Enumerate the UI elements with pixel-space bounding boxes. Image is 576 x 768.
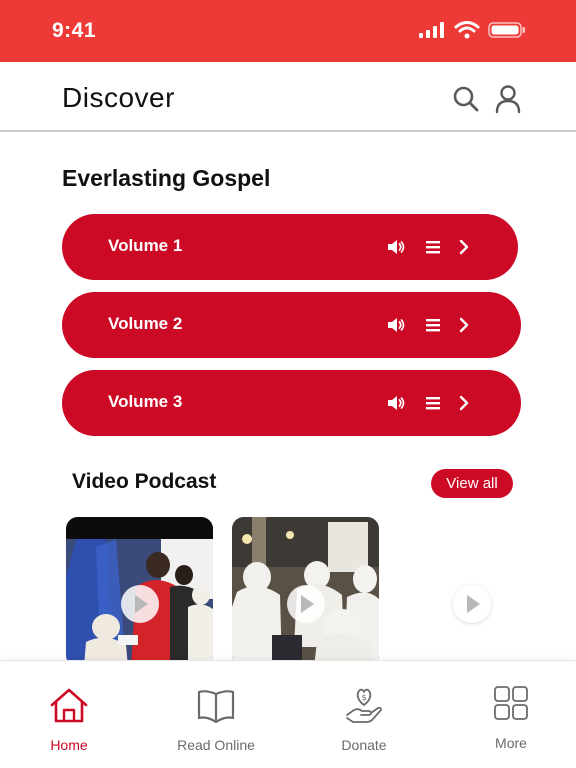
menu-icon[interactable] [423,393,443,413]
nav-label: Home [50,737,88,753]
nav-item-read-online[interactable]: Read Online [151,661,281,768]
cellular-signal-icon [419,22,444,38]
wifi-icon [454,21,480,39]
everlasting-gospel-title: Everlasting Gospel [62,165,271,191]
play-icon[interactable] [453,585,491,623]
play-icon[interactable] [121,585,159,623]
volume-3-row[interactable]: Volume 3 [62,370,521,436]
volume-label: Volume 1 [108,236,183,255]
app-header: Discover [0,62,576,132]
nav-label: Donate [341,737,387,753]
volume-2-row[interactable]: Volume 2 [62,292,521,358]
nav-label: More [495,735,527,751]
speaker-icon[interactable] [386,315,406,335]
donate-icon: $ [346,688,382,723]
speaker-icon[interactable] [386,237,406,257]
chevron-right-icon[interactable] [454,393,474,413]
nav-label: Read Online [177,737,255,753]
search-icon[interactable] [451,84,481,114]
grid-icon [494,686,528,720]
menu-icon[interactable] [423,237,443,257]
volume-label: Volume 2 [108,314,183,333]
bottom-nav: Home Read Online $ Donate More [0,660,576,768]
play-icon[interactable] [287,585,325,623]
status-time: 9:41 [52,19,97,42]
nav-item-home[interactable]: Home [4,661,134,768]
volume-label: Volume 3 [108,392,183,411]
book-icon [197,690,235,724]
video-thumbnail-1[interactable] [66,517,213,667]
nav-item-donate[interactable]: $ Donate [299,661,429,768]
home-icon [50,688,88,723]
svg-text:$: $ [361,693,366,702]
volume-1-row[interactable]: Volume 1 [62,214,518,280]
menu-icon[interactable] [423,315,443,335]
video-podcast-title: Video Podcast [72,470,217,493]
chevron-right-icon[interactable] [454,315,474,335]
status-icons [418,21,526,39]
profile-icon[interactable] [493,84,523,114]
speaker-icon[interactable] [386,393,406,413]
battery-icon [488,22,525,38]
chevron-right-icon[interactable] [454,237,474,257]
page-title: Discover [62,82,175,113]
status-bar: 9:41 [0,0,576,62]
view-all-button[interactable]: View all [431,469,513,498]
nav-item-more[interactable]: More [446,661,576,768]
video-thumbnail-2[interactable] [232,517,379,667]
